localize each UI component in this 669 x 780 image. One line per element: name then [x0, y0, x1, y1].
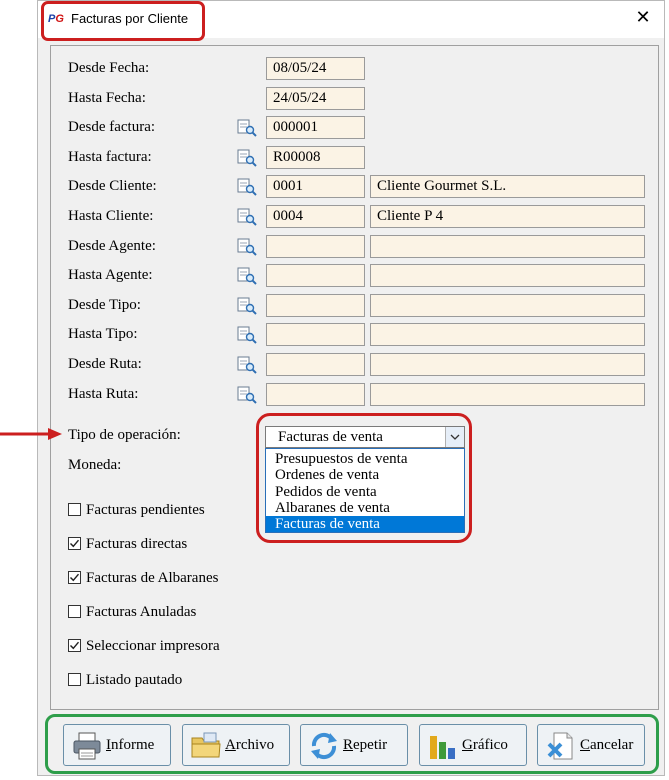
code-field[interactable] — [266, 383, 365, 406]
title-highlight-box — [41, 1, 205, 41]
close-button[interactable]: ✕ — [632, 7, 654, 29]
lookup-icon[interactable] — [236, 178, 258, 196]
name-field[interactable] — [370, 264, 645, 287]
field-label: Desde Fecha: — [68, 60, 150, 76]
lookup-icon[interactable] — [236, 238, 258, 256]
field-label: Desde Cliente: — [68, 178, 157, 194]
archivo-label: rchivo — [235, 737, 275, 753]
repetir-mnemonic: R — [343, 737, 354, 753]
code-field[interactable]: 24/05/24 — [266, 87, 365, 110]
cancelar-mnemonic: C — [580, 737, 591, 753]
informe-label: nforme — [111, 737, 155, 753]
checked-checkbox[interactable] — [68, 537, 81, 550]
bar-chart-icon — [430, 736, 455, 759]
field-label: Desde factura: — [68, 119, 156, 135]
name-field[interactable] — [370, 323, 645, 346]
cancelar-label: ancelar — [590, 737, 634, 753]
unchecked-checkbox[interactable] — [68, 605, 81, 618]
folder-icon — [191, 732, 221, 758]
field-label: Hasta Tipo: — [68, 326, 138, 342]
checked-checkbox[interactable] — [68, 639, 81, 652]
field-label: Hasta Cliente: — [68, 208, 154, 224]
lookup-icon[interactable] — [236, 267, 258, 285]
code-field[interactable] — [266, 264, 365, 287]
name-field[interactable] — [370, 294, 645, 317]
code-field[interactable]: 0004 — [266, 205, 365, 228]
repetir-label: epetir — [353, 737, 388, 753]
checkbox-label: Facturas pendientes — [86, 502, 205, 518]
checkbox-label: Facturas directas — [86, 536, 188, 552]
code-field[interactable]: 000001 — [266, 116, 365, 139]
name-field[interactable]: Cliente Gourmet S.L. — [370, 175, 645, 198]
operation-type-label: Tipo de operación: — [68, 427, 181, 443]
field-label: Desde Tipo: — [68, 297, 141, 313]
code-field[interactable] — [266, 353, 365, 376]
code-field[interactable]: R00008 — [266, 146, 365, 169]
field-label: Hasta Fecha: — [68, 90, 146, 106]
code-field[interactable] — [266, 323, 365, 346]
archivo-button[interactable]: Archivo — [182, 724, 290, 766]
printer-icon — [73, 732, 101, 760]
pointer-arrow — [0, 428, 62, 440]
lookup-icon[interactable] — [236, 208, 258, 226]
checkbox-row[interactable]: Facturas pendientes — [68, 501, 268, 519]
field-label: Desde Agente: — [68, 238, 156, 254]
lookup-icon[interactable] — [236, 297, 258, 315]
checkbox-row[interactable]: Seleccionar impresora — [68, 637, 268, 655]
lookup-icon[interactable] — [236, 149, 258, 167]
name-field[interactable] — [370, 235, 645, 258]
unchecked-checkbox[interactable] — [68, 503, 81, 516]
field-label: Desde Ruta: — [68, 356, 142, 372]
cancel-icon — [547, 732, 573, 760]
field-label: Hasta Agente: — [68, 267, 153, 283]
grafico-button[interactable]: Gráfico — [419, 724, 527, 766]
unchecked-checkbox[interactable] — [68, 673, 81, 686]
combo-highlight-box — [256, 413, 472, 543]
informe-button[interactable]: Informe — [63, 724, 171, 766]
checkbox-label: Listado pautado — [86, 672, 183, 688]
name-field[interactable] — [370, 383, 645, 406]
repetir-button[interactable]: Repetir — [300, 724, 408, 766]
refresh-icon — [311, 732, 337, 760]
currency-label: Moneda: — [68, 457, 122, 473]
code-field[interactable]: 08/05/24 — [266, 57, 365, 80]
field-label: Hasta factura: — [68, 149, 152, 165]
checkbox-label: Facturas Anuladas — [86, 604, 197, 620]
lookup-icon[interactable] — [236, 119, 258, 137]
checkbox-label: Facturas de Albaranes — [86, 570, 219, 586]
cancelar-button[interactable]: Cancelar — [537, 724, 645, 766]
archivo-mnemonic: A — [225, 737, 236, 753]
code-field[interactable] — [266, 294, 365, 317]
code-field[interactable]: 0001 — [266, 175, 365, 198]
lookup-icon[interactable] — [236, 356, 258, 374]
checkbox-label: Seleccionar impresora — [86, 638, 220, 654]
checkbox-row[interactable]: Facturas de Albaranes — [68, 569, 268, 587]
checkbox-row[interactable]: Facturas Anuladas — [68, 603, 268, 621]
name-field[interactable] — [370, 353, 645, 376]
name-field[interactable]: Cliente P 4 — [370, 205, 645, 228]
grafico-mnemonic: G — [462, 737, 473, 753]
checked-checkbox[interactable] — [68, 571, 81, 584]
field-label: Hasta Ruta: — [68, 386, 139, 402]
lookup-icon[interactable] — [236, 386, 258, 404]
grafico-label: ráfico — [472, 737, 508, 753]
checkbox-row[interactable]: Listado pautado — [68, 671, 268, 689]
checkbox-row[interactable]: Facturas directas — [68, 535, 268, 553]
code-field[interactable] — [266, 235, 365, 258]
lookup-icon[interactable] — [236, 326, 258, 344]
